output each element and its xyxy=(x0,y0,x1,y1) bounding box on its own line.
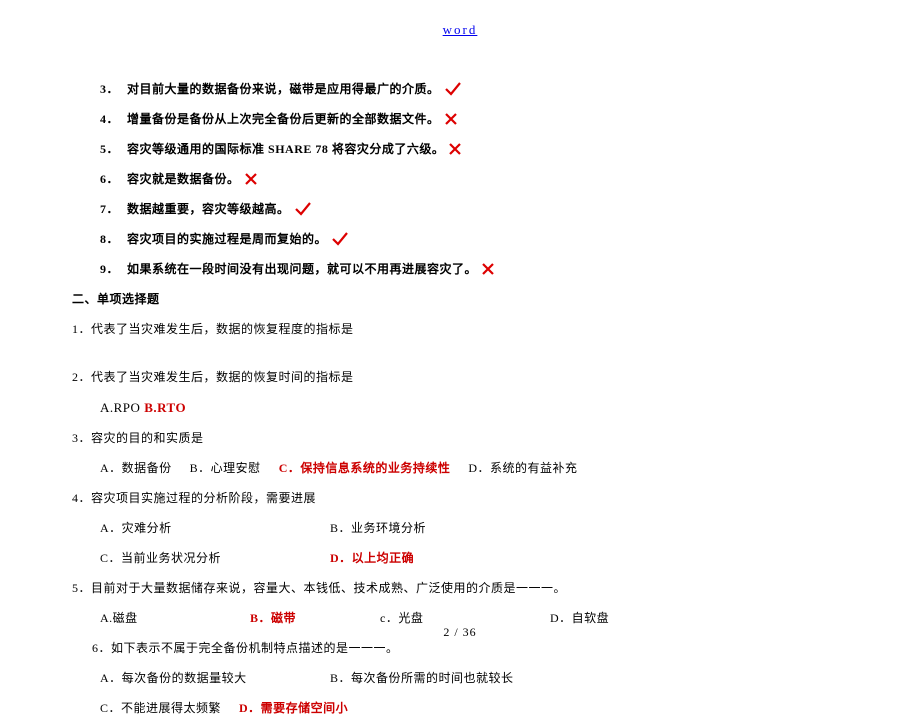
q6-opt-d-correct: D．需要存储空间小 xyxy=(239,699,348,717)
tf-text: 增量备份是备份从上次完全备份后更新的全部数据文件。 xyxy=(127,110,440,128)
cross-icon xyxy=(481,262,495,276)
tf-text: 如果系统在一段时间没有出现问题，就可以不用再进展容灾了。 xyxy=(127,260,477,278)
q6-options-row1: A．每次备份的数据量较大 B．每次备份所需的时间也就较长 xyxy=(100,669,850,687)
tf-item: 9． 如果系统在一段时间没有出现问题，就可以不用再进展容灾了。 xyxy=(100,260,850,278)
cross-icon xyxy=(244,172,258,186)
q6-stem: 6．如下表示不属于完全备份机制特点描述的是一一一。 xyxy=(92,639,850,657)
q1-stem: 1．代表了当灾难发生后，数据的恢复程度的指标是 xyxy=(72,320,850,338)
tick-icon xyxy=(444,81,462,97)
cross-icon xyxy=(448,142,462,156)
cross-icon xyxy=(444,112,458,126)
tf-num: 6． xyxy=(100,170,119,188)
tf-text: 容灾就是数据备份。 xyxy=(127,170,240,188)
q6-options-row2: C．不能进展得太频繁 D．需要存储空间小 xyxy=(100,699,850,717)
tf-num: 3． xyxy=(100,80,119,98)
q3-opt-d: D．系统的有益补充 xyxy=(468,459,577,477)
q3-opt-b: B．心理安慰 xyxy=(190,459,261,477)
q2-stem: 2．代表了当灾难发生后，数据的恢复时间的指标是 xyxy=(72,368,850,386)
tf-item: 5． 容灾等级通用的国际标准 SHARE 78 将容灾分成了六级。 xyxy=(100,140,850,158)
q3-options: A．数据备份 B．心理安慰 C．保持信息系统的业务持续性 D．系统的有益补充 xyxy=(100,459,850,477)
q6-opt-c: C．不能进展得太频繁 xyxy=(100,699,221,717)
q4-stem: 4．容灾项目实施过程的分析阶段，需要进展 xyxy=(72,489,850,507)
tf-text: 容灾等级通用的国际标准 SHARE 78 将容灾分成了六级。 xyxy=(127,140,444,158)
tf-num: 7． xyxy=(100,200,119,218)
tf-text: 数据越重要，容灾等级越高。 xyxy=(127,200,290,218)
tf-item: 3． 对目前大量的数据备份来说，磁带是应用得最广的介质。 xyxy=(100,80,850,98)
q4-opt-a: A．灾难分析 xyxy=(100,519,330,537)
header-link[interactable]: word xyxy=(70,20,850,40)
tf-text: 对目前大量的数据备份来说，磁带是应用得最广的介质。 xyxy=(127,80,440,98)
tf-num: 8． xyxy=(100,230,119,248)
tf-num: 4． xyxy=(100,110,119,128)
q2-answer: A.RPO B.RTO xyxy=(100,398,850,418)
q4-opt-d-correct: D．以上均正确 xyxy=(330,549,414,567)
q4-opt-c: C．当前业务状况分析 xyxy=(100,549,330,567)
q2-opt-a: A.RPO xyxy=(100,400,144,415)
tick-icon xyxy=(294,201,312,217)
mc-section-title: 二、单项选择题 xyxy=(72,290,850,308)
q6-opt-a: A．每次备份的数据量较大 xyxy=(100,669,330,687)
q4-opt-b: B．业务环境分析 xyxy=(330,519,426,537)
q3-stem: 3．容灾的目的和实质是 xyxy=(72,429,850,447)
tf-num: 5． xyxy=(100,140,119,158)
tf-item: 4． 增量备份是备份从上次完全备份后更新的全部数据文件。 xyxy=(100,110,850,128)
q2-opt-b-correct: B.RTO xyxy=(144,400,186,415)
tf-item: 6． 容灾就是数据备份。 xyxy=(100,170,850,188)
page-number: 2 / 36 xyxy=(0,623,920,641)
tf-item: 8． 容灾项目的实施过程是周而复始的。 xyxy=(100,230,850,248)
tf-item: 7． 数据越重要，容灾等级越高。 xyxy=(100,200,850,218)
q3-opt-a: A．数据备份 xyxy=(100,459,172,477)
q5-stem: 5．目前对于大量数据储存来说，容量大、本钱低、技术成熟、广泛使用的介质是一一一。 xyxy=(72,579,850,597)
q4-options-row1: A．灾难分析 B．业务环境分析 xyxy=(100,519,850,537)
q4-options-row2: C．当前业务状况分析 D．以上均正确 xyxy=(100,549,850,567)
tf-text: 容灾项目的实施过程是周而复始的。 xyxy=(127,230,327,248)
tick-icon xyxy=(331,231,349,247)
tf-num: 9． xyxy=(100,260,119,278)
true-false-section: 3． 对目前大量的数据备份来说，磁带是应用得最广的介质。 4． 增量备份是备份从… xyxy=(100,80,850,717)
q3-opt-c-correct: C．保持信息系统的业务持续性 xyxy=(279,459,451,477)
q6-opt-b: B．每次备份所需的时间也就较长 xyxy=(330,669,514,687)
